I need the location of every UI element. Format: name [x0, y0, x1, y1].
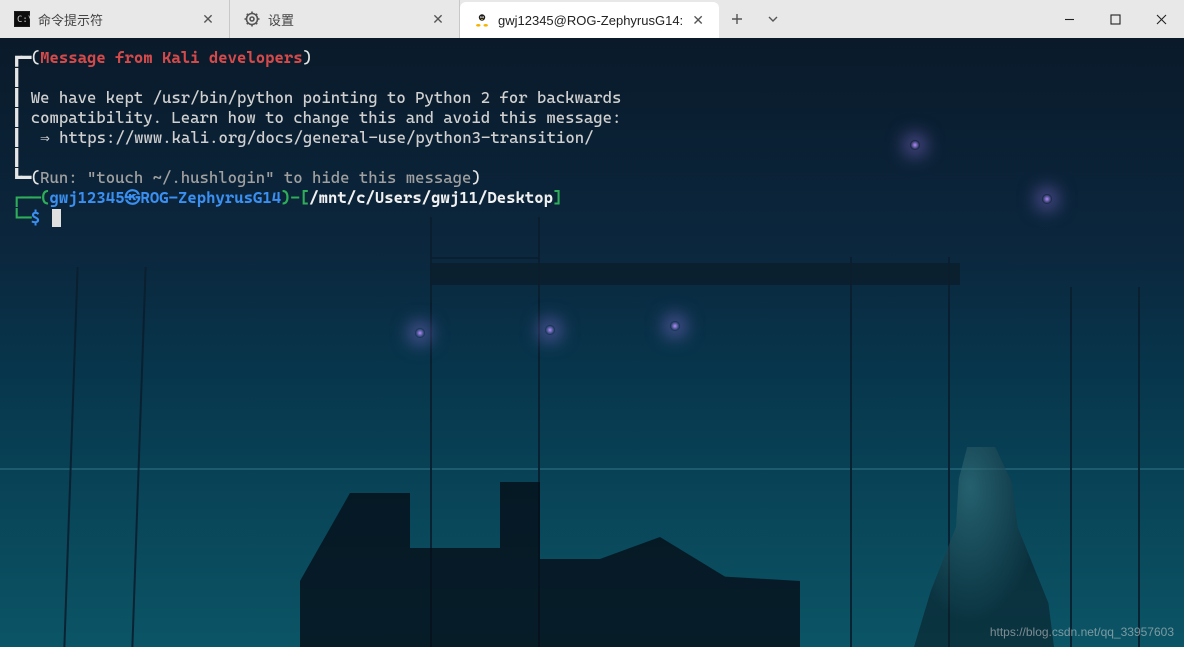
minimize-button[interactable] — [1046, 0, 1092, 38]
tab-strip: C:\ 命令提示符 ✕ 设置 ✕ gwj12345@ROG-ZephyrusG1… — [0, 0, 1046, 38]
prompt-symbol: $ — [31, 208, 40, 227]
cursor — [52, 209, 61, 227]
close-icon[interactable]: ✕ — [431, 12, 445, 26]
new-tab-button[interactable] — [719, 0, 755, 38]
maximize-button[interactable] — [1092, 0, 1138, 38]
tab-label: gwj12345@ROG-ZephyrusG14: — [498, 13, 683, 28]
tab-kali[interactable]: gwj12345@ROG-ZephyrusG14: ✕ — [460, 2, 719, 38]
watermark: https://blog.csdn.net/qq_33957603 — [990, 625, 1174, 639]
titlebar: C:\ 命令提示符 ✕ 设置 ✕ gwj12345@ROG-ZephyrusG1… — [0, 0, 1184, 38]
motd-link: https://www.kali.org/docs/general-use/py… — [59, 128, 593, 147]
svg-text:C:\: C:\ — [17, 15, 30, 25]
close-icon[interactable]: ✕ — [691, 13, 705, 27]
tab-label: 命令提示符 — [38, 10, 193, 29]
motd-line: compatibility. Learn how to change this … — [31, 108, 622, 127]
cmd-icon: C:\ — [14, 11, 30, 27]
tab-actions — [719, 0, 791, 38]
tab-label: 设置 — [268, 10, 423, 29]
terminal-output: ┏━(Message from Kali developers) ┃ ┃ We … — [0, 38, 1184, 238]
gear-icon — [244, 11, 260, 27]
close-window-button[interactable] — [1138, 0, 1184, 38]
prompt-cwd: /mnt/c/Users/gwj11/Desktop — [309, 188, 553, 207]
tab-settings[interactable]: 设置 ✕ — [230, 0, 460, 38]
tab-cmd[interactable]: C:\ 命令提示符 ✕ — [0, 0, 230, 38]
motd-line: We have kept /usr/bin/python pointing to… — [31, 88, 622, 107]
prompt-userhost: gwj12345㉿ROG-ZephyrusG14 — [50, 188, 282, 207]
motd-header: Message from Kali developers — [40, 48, 303, 67]
terminal-pane[interactable]: ┏━(Message from Kali developers) ┃ ┃ We … — [0, 38, 1184, 647]
window-controls — [1046, 0, 1184, 38]
close-icon[interactable]: ✕ — [201, 12, 215, 26]
motd-footer: Run: "touch ~/.hushlogin" to hide this m… — [40, 168, 471, 187]
tab-dropdown-button[interactable] — [755, 0, 791, 38]
linux-icon — [474, 12, 490, 28]
